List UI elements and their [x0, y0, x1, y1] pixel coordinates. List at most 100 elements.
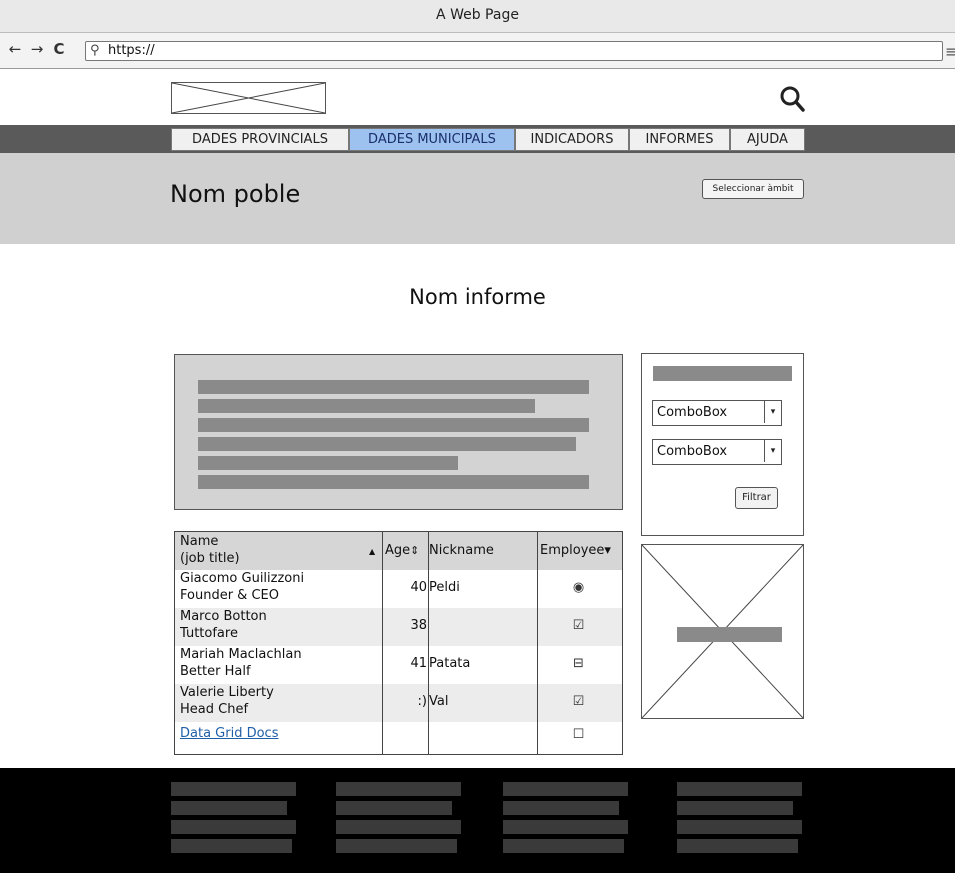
table-row[interactable]: Valerie Liberty Head Chef :) Val ☑: [175, 684, 622, 722]
combobox-value: ComboBox: [657, 405, 728, 420]
filter-button[interactable]: Filtrar: [735, 487, 778, 509]
text-placeholder-line: [198, 399, 535, 413]
window-title: A Web Page: [436, 7, 519, 23]
employee-checkbox[interactable]: ☐: [540, 727, 617, 742]
footer-link-placeholder[interactable]: [677, 782, 802, 796]
cell-name: Giacomo Guilizzoni Founder & CEO: [180, 570, 304, 604]
reload-icon[interactable]: C: [50, 40, 68, 58]
employee-radio[interactable]: ◉: [540, 580, 617, 595]
footer-link-placeholder[interactable]: [171, 839, 292, 853]
column-header-age[interactable]: Age⇕: [385, 543, 419, 558]
job-title: Founder & CEO: [180, 588, 279, 603]
chevron-down-icon[interactable]: ▾: [764, 401, 781, 423]
window-titlebar: A Web Page: [0, 0, 955, 33]
cell-name: Valerie Liberty Head Chef: [180, 684, 274, 718]
job-title: Better Half: [180, 664, 251, 679]
page-footer: [0, 768, 955, 873]
tab-ajuda[interactable]: AJUDA: [730, 128, 805, 151]
select-scope-button[interactable]: Seleccionar àmbit: [702, 179, 804, 199]
combobox-value: ComboBox: [657, 444, 728, 459]
employee-name: Valerie Liberty: [180, 685, 274, 700]
column-header-name[interactable]: Name (job title): [180, 533, 240, 567]
column-divider: [537, 532, 538, 754]
tab-informes[interactable]: INFORMES: [629, 128, 730, 151]
url-text[interactable]: https://: [108, 43, 155, 58]
back-arrow-icon[interactable]: ←: [6, 40, 24, 58]
browser-menu-icon[interactable]: ≡: [945, 42, 955, 61]
cell-nickname: Peldi: [429, 580, 460, 595]
column-divider: [382, 532, 383, 754]
header-label: Name: [180, 534, 219, 549]
footer-link-placeholder[interactable]: [503, 820, 628, 834]
cell-age: 41: [410, 656, 427, 671]
employee-name: Giacomo Guilizzoni: [180, 571, 305, 586]
filter-combobox-2[interactable]: ComboBox ▾: [652, 439, 782, 465]
footer-link-placeholder[interactable]: [503, 782, 628, 796]
header-label: Employee: [540, 543, 605, 558]
text-placeholder-line: [198, 456, 458, 470]
text-placeholder-line: [198, 475, 589, 489]
page-title: Nom poble: [170, 180, 301, 208]
cell-age: :): [417, 694, 427, 709]
logo-placeholder[interactable]: [171, 82, 326, 114]
report-text-panel: [174, 354, 623, 510]
footer-link-placeholder[interactable]: [503, 839, 624, 853]
image-placeholder: [641, 544, 804, 719]
job-title: Tuttofare: [180, 626, 238, 641]
footer-link-placeholder[interactable]: [336, 839, 457, 853]
search-icon: [780, 86, 805, 112]
data-grid-docs-link[interactable]: Data Grid Docs: [180, 725, 278, 742]
footer-link-placeholder[interactable]: [171, 820, 296, 834]
job-title: Head Chef: [180, 702, 249, 717]
chevron-down-icon[interactable]: ▾: [764, 440, 781, 462]
footer-link-placeholder[interactable]: [503, 801, 619, 815]
sort-icon: ⇕: [410, 544, 420, 557]
header-banner: [0, 153, 955, 244]
tab-dades-provincials[interactable]: DADES PROVINCIALS: [171, 128, 349, 151]
report-title: Nom informe: [409, 285, 546, 309]
column-divider: [428, 532, 429, 754]
forward-arrow-icon[interactable]: →: [28, 40, 46, 58]
search-icon: ⚲: [90, 43, 100, 58]
cell-nickname: Val: [429, 694, 449, 709]
table-row[interactable]: Data Grid Docs ☐: [175, 722, 622, 754]
tab-indicadors[interactable]: INDICADORS: [515, 128, 629, 151]
cell-age: 40: [410, 580, 427, 595]
filter-panel: ComboBox ▾ ComboBox ▾ Filtrar: [641, 353, 804, 536]
cell-name: Mariah Maclachlan Better Half: [180, 646, 302, 680]
tab-dades-municipals[interactable]: DADES MUNICIPALS: [349, 128, 515, 151]
cell-age: 38: [410, 618, 427, 633]
table-row[interactable]: Marco Botton Tuttofare 38 ☑: [175, 608, 622, 646]
footer-link-placeholder[interactable]: [336, 820, 461, 834]
footer-link-placeholder[interactable]: [677, 820, 802, 834]
table-row[interactable]: Mariah Maclachlan Better Half 41 Patata …: [175, 646, 622, 684]
image-placeholder-icon: [172, 83, 325, 113]
employee-checkbox[interactable]: ☑: [540, 694, 617, 709]
table-row[interactable]: Giacomo Guilizzoni Founder & CEO 40 Peld…: [175, 570, 622, 608]
footer-link-placeholder[interactable]: [677, 801, 793, 815]
sort-ascending-icon[interactable]: ▲: [369, 547, 375, 556]
filter-heading-placeholder: [653, 366, 792, 381]
url-field[interactable]: ⚲ https://: [85, 41, 943, 61]
footer-link-placeholder[interactable]: [336, 782, 461, 796]
footer-link-placeholder[interactable]: [171, 801, 287, 815]
footer-link-placeholder[interactable]: [677, 839, 798, 853]
text-placeholder-line: [198, 418, 589, 432]
chevron-down-icon: ▾: [604, 543, 611, 558]
cell-nickname: Patata: [429, 656, 471, 671]
employee-checkbox[interactable]: ☑: [540, 618, 617, 633]
column-header-nickname[interactable]: Nickname: [429, 543, 494, 558]
text-placeholder-line: [198, 380, 589, 394]
footer-link-placeholder[interactable]: [336, 801, 452, 815]
column-header-employee[interactable]: Employee▾: [540, 543, 611, 558]
header-sublabel: (job title): [180, 551, 240, 566]
employee-name: Marco Botton: [180, 609, 267, 624]
text-placeholder-line: [198, 437, 576, 451]
footer-link-placeholder[interactable]: [171, 782, 296, 796]
site-search-button[interactable]: [779, 85, 805, 113]
grid-header: Name (job title) ▲ Age⇕ Nickname Employe…: [175, 532, 622, 570]
filter-combobox-1[interactable]: ComboBox ▾: [652, 400, 782, 426]
data-grid: Name (job title) ▲ Age⇕ Nickname Employe…: [174, 531, 623, 755]
caption-placeholder: [677, 627, 782, 642]
employee-checkbox[interactable]: ⊟: [540, 656, 617, 671]
